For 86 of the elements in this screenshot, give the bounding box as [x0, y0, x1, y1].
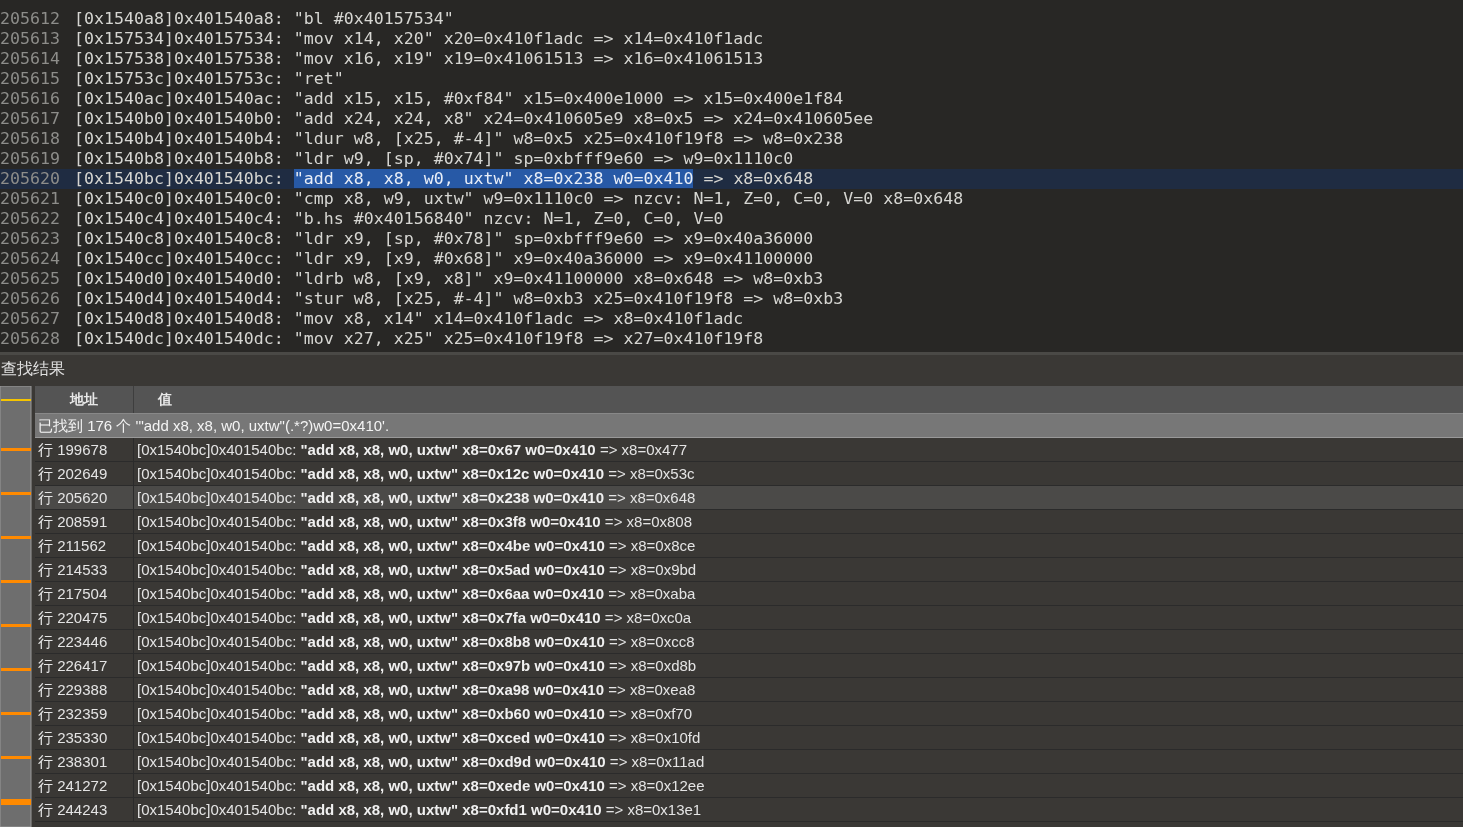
line-number: 205625 [0, 269, 61, 289]
result-row[interactable]: 行 241272 [0x1540bc]0x401540bc: "add x8, x8, w0, uxtw" x8=0xede w0=0x410 => x8=0x12ee [35, 774, 1463, 798]
result-row[interactable]: 行 214533 [0x1540bc]0x401540bc: "add x8, x8, w0, uxtw" x8=0x5ad w0=0x410 => x8=0x9bd [35, 558, 1463, 582]
line-cell: 行 202649 [35, 462, 134, 485]
line-number: 205615 [0, 69, 61, 89]
line-cell: 行 214533 [35, 558, 134, 581]
code-line: [0x1540d4]0x401540d4: "stur w8, [x25, #-4]" w8=0xb3 x25=0x410f19f8 => w8=0xb3 [74, 289, 844, 309]
value-cell-text: [0x1540bc]0x401540bc: "add x8, x8, w0, uxtw" x8=0x8b8 w0=0x410 => x8=0xcc8 [136, 632, 695, 652]
code-line: [0x1540dc]0x401540dc: "mov x27, x25" x25=0x410f19f8 => x27=0x410f19f8 [74, 329, 764, 349]
line-cell: 行 244243 [35, 798, 134, 821]
line-cell: 行 220475 [35, 606, 134, 629]
line-number: 205621 [0, 189, 61, 209]
result-row[interactable]: 行 205620 [0x1540bc]0x401540bc: "add x8, x8, w0, uxtw" x8=0x238 w0=0x410 => x8=0x648 [35, 486, 1463, 510]
code-line: [0x1540d8]0x401540d8: "mov x8, x14" x14=0x410f1adc => x8=0x410f1adc [74, 309, 744, 329]
line-cell: 行 208591 [35, 510, 134, 533]
line-number: 205613 [0, 29, 61, 49]
value-cell-text: [0x1540bc]0x401540bc: "add x8, x8, w0, uxtw" x8=0x12c w0=0x410 => x8=0x53c [136, 464, 695, 484]
line-number: 205614 [0, 49, 61, 69]
result-row[interactable]: 行 199678 [0x1540bc]0x401540bc: "add x8, x8, w0, uxtw" x8=0x67 w0=0x410 => x8=0x477 [35, 438, 1463, 462]
code-line: [0x157538]0x40157538: "mov x16, x19" x19=0x41061513 => x16=0x41061513 [74, 49, 764, 69]
line-cell: 行 199678 [35, 438, 134, 461]
column-header[interactable]: 地址 [35, 386, 134, 413]
line-number: 205628 [0, 329, 61, 349]
line-number: 205619 [0, 149, 61, 169]
line-cell: 行 217504 [35, 582, 134, 605]
line-number: 205627 [0, 309, 61, 329]
search-summary: 已找到 176 个 '"add x8, x8, w0, uxtw"(.*?)w0=0x410'. [35, 414, 1463, 438]
result-row[interactable]: 行 220475 [0x1540bc]0x401540bc: "add x8, x8, w0, uxtw" x8=0x7fa w0=0x410 => x8=0xc0a [35, 606, 1463, 630]
line-cell: 行 205620 [35, 486, 134, 509]
code-line: [0x1540b4]0x401540b4: "ldur w8, [x25, #-4]" w8=0x5 x25=0x410f19f8 => w8=0x238 [74, 129, 844, 149]
result-row[interactable]: 行 217504 [0x1540bc]0x401540bc: "add x8, x8, w0, uxtw" x8=0x6aa w0=0x410 => x8=0xaba [35, 582, 1463, 606]
code-line: [0x1540c8]0x401540c8: "ldr x9, [sp, #0x78]" sp=0xbfff9e60 => x9=0x40a36000 [74, 229, 814, 249]
line-cell: 行 238301 [35, 750, 134, 773]
value-cell-text: [0x1540bc]0x401540bc: "add x8, x8, w0, uxtw" x8=0x97b w0=0x410 => x8=0xd8b [136, 656, 697, 676]
value-cell-text: [0x1540bc]0x401540bc: "add x8, x8, w0, uxtw" x8=0x238 w0=0x410 => x8=0x648 [136, 488, 696, 508]
value-cell-text: [0x1540bc]0x401540bc: "add x8, x8, w0, uxtw" x8=0x7fa w0=0x410 => x8=0xc0a [136, 608, 692, 628]
value-cell-text: [0x1540bc]0x401540bc: "add x8, x8, w0, uxtw" x8=0xb60 w0=0x410 => x8=0xf70 [136, 704, 693, 724]
line-cell: 行 232359 [35, 702, 134, 725]
value-cell-text: [0x1540bc]0x401540bc: "add x8, x8, w0, uxtw" x8=0xd9d w0=0x410 => x8=0x11ad [136, 752, 705, 772]
result-row[interactable]: 行 226417 [0x1540bc]0x401540bc: "add x8, x8, w0, uxtw" x8=0x97b w0=0x410 => x8=0xd8b [35, 654, 1463, 678]
result-row[interactable]: 行 238301 [0x1540bc]0x401540bc: "add x8, x8, w0, uxtw" x8=0xd9d w0=0x410 => x8=0x11ad [35, 750, 1463, 774]
code-line: [0x1540bc]0x401540bc: "add x8, x8, w0, uxtw" x8=0x238 w0=0x410 => x8=0x648 [74, 169, 814, 189]
line-number: 205622 [0, 209, 61, 229]
line-cell: 行 223446 [35, 630, 134, 653]
result-row[interactable]: 行 232359 [0x1540bc]0x401540bc: "add x8, x8, w0, uxtw" x8=0xb60 w0=0x410 => x8=0xf70 [35, 702, 1463, 726]
result-row[interactable]: 行 223446 [0x1540bc]0x401540bc: "add x8, x8, w0, uxtw" x8=0x8b8 w0=0x410 => x8=0xcc8 [35, 630, 1463, 654]
code-line: [0x1540cc]0x401540cc: "ldr x9, [x9, #0x68]" x9=0x40a36000 => x9=0x41100000 [74, 249, 814, 269]
code-line: [0x1540a8]0x401540a8: "bl #0x40157534" [74, 9, 454, 29]
line-number: 205624 [0, 249, 61, 269]
line-number: 205623 [0, 229, 61, 249]
line-cell: 行 226417 [35, 654, 134, 677]
result-row[interactable]: 行 208591 [0x1540bc]0x401540bc: "add x8, x8, w0, uxtw" x8=0x3f8 w0=0x410 => x8=0x808 [35, 510, 1463, 534]
line-cell: 行 229388 [35, 678, 134, 701]
line-cell: 行 235330 [35, 726, 134, 749]
result-row[interactable]: 行 211562 [0x1540bc]0x401540bc: "add x8, x8, w0, uxtw" x8=0x4be w0=0x410 => x8=0x8ce [35, 534, 1463, 558]
code-line: [0x1540c4]0x401540c4: "b.hs #0x40156840" nzcv: N=1, Z=0, C=0, V=0 [74, 209, 724, 229]
code-line: [0x15753c]0x4015753c: "ret" [74, 69, 344, 89]
value-cell-text: [0x1540bc]0x401540bc: "add x8, x8, w0, uxtw" x8=0xfd1 w0=0x410 => x8=0x13e1 [136, 800, 702, 820]
result-row[interactable]: 行 202649 [0x1540bc]0x401540bc: "add x8, x8, w0, uxtw" x8=0x12c w0=0x410 => x8=0x53c [35, 462, 1463, 486]
line-number: 205616 [0, 89, 61, 109]
value-cell-text: [0x1540bc]0x401540bc: "add x8, x8, w0, uxtw" x8=0x67 w0=0x410 => x8=0x477 [136, 440, 688, 460]
line-number: 205618 [0, 129, 61, 149]
result-row[interactable]: 行 229388 [0x1540bc]0x401540bc: "add x8, x8, w0, uxtw" x8=0xa98 w0=0x410 => x8=0xea8 [35, 678, 1463, 702]
column-header[interactable]: 值 [134, 386, 172, 413]
code-line: [0x1540c0]0x401540c0: "cmp x8, w9, uxtw" w9=0x1110c0 => nzcv: N=1, Z=0, C=0, V=0 x8=0x648 [74, 189, 964, 209]
code-line: [0x1540ac]0x401540ac: "add x15, x15, #0xf84" x15=0x400e1000 => x15=0x400e1f84 [74, 89, 844, 109]
code-line: [0x1540b8]0x401540b8: "ldr w9, [sp, #0x74]" sp=0xbfff9e60 => w9=0x1110c0 [74, 149, 794, 169]
value-cell-text: [0x1540bc]0x401540bc: "add x8, x8, w0, uxtw" x8=0xced w0=0x410 => x8=0x10fd [136, 728, 701, 748]
line-cell: 行 241272 [35, 774, 134, 797]
code-line: [0x157534]0x40157534: "mov x14, x20" x20=0x410f1adc => x14=0x410f1adc [74, 29, 764, 49]
panel-title: 查找结果 [0, 359, 66, 379]
line-number: 205617 [0, 109, 61, 129]
result-row[interactable]: 行 235330 [0x1540bc]0x401540bc: "add x8, x8, w0, uxtw" x8=0xced w0=0x410 => x8=0x10fd [35, 726, 1463, 750]
value-cell-text: [0x1540bc]0x401540bc: "add x8, x8, w0, uxtw" x8=0xede w0=0x410 => x8=0x12ee [136, 776, 705, 796]
line-number: 205626 [0, 289, 61, 309]
value-cell-text: [0x1540bc]0x401540bc: "add x8, x8, w0, uxtw" x8=0xa98 w0=0x410 => x8=0xea8 [136, 680, 696, 700]
value-cell-text: [0x1540bc]0x401540bc: "add x8, x8, w0, uxtw" x8=0x5ad w0=0x410 => x8=0x9bd [136, 560, 697, 580]
line-cell: 行 211562 [35, 534, 134, 557]
line-number: 205612 [0, 9, 61, 29]
code-line: [0x1540b0]0x401540b0: "add x24, x24, x8" x24=0x410605e9 x8=0x5 => x24=0x410605ee [74, 109, 874, 129]
line-number: 205620 [0, 169, 61, 189]
value-cell-text: [0x1540bc]0x401540bc: "add x8, x8, w0, uxtw" x8=0x6aa w0=0x410 => x8=0xaba [136, 584, 696, 604]
code-line: [0x1540d0]0x401540d0: "ldrb w8, [x9, x8]" x9=0x41100000 x8=0x648 => w8=0xb3 [74, 269, 824, 289]
value-cell-text: [0x1540bc]0x401540bc: "add x8, x8, w0, uxtw" x8=0x3f8 w0=0x410 => x8=0x808 [136, 512, 693, 532]
value-cell-text: [0x1540bc]0x401540bc: "add x8, x8, w0, uxtw" x8=0x4be w0=0x410 => x8=0x8ce [136, 536, 696, 556]
result-row[interactable]: 行 244243 [0x1540bc]0x401540bc: "add x8, x8, w0, uxtw" x8=0xfd1 w0=0x410 => x8=0x13e1 [35, 798, 1463, 822]
